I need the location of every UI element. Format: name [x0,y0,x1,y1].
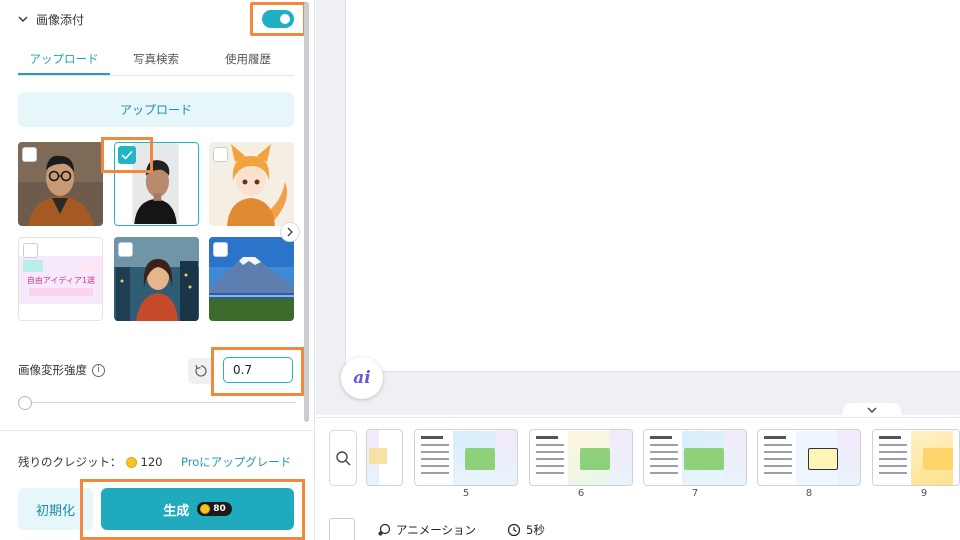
thumbnail-banner[interactable]: 自由アイディア1選 [18,237,103,321]
thumbnail-checkbox[interactable] [213,242,228,257]
slide-thumbnail-8[interactable] [757,429,861,486]
slide-number-6: 6 [577,488,585,499]
slide-canvas[interactable] [345,0,960,372]
slide-thumbnail-9[interactable] [872,429,960,486]
slide-thumbnail-partial[interactable] [366,429,403,486]
filmstrip-collapse-button[interactable] [843,403,901,417]
info-icon[interactable]: i [92,363,105,377]
slide-number-7: 7 [691,488,699,499]
panel-divider [0,430,315,431]
credits-amount: 120 [140,455,163,469]
thumbnail-checkbox[interactable] [23,243,38,258]
chevron-down-icon [867,407,877,413]
add-slide-button[interactable] [329,518,355,540]
thumbnail-mount-fuji[interactable] [209,237,294,321]
tab-upload[interactable]: アップロード [18,44,110,75]
generate-button[interactable]: 生成 80 [101,488,294,530]
thumbnails-next-button[interactable] [280,222,300,242]
ai-assistant-button[interactable]: ai [341,357,383,399]
slide-number-9: 9 [920,488,928,499]
chevron-right-icon [287,227,293,237]
zoom-icon [336,451,351,466]
duration-button[interactable]: 5秒 [507,522,545,538]
bottom-toolbar: アニメーション 5秒 [329,516,960,540]
slide-number-8: 8 [805,488,813,499]
credits-display: 残りのクレジット： 120 [18,454,162,470]
duration-label: 5秒 [526,523,545,537]
credits-label: 残りのクレジット： [18,455,122,469]
image-source-tabs: アップロード 写真検索 使用履歴 [18,44,294,76]
animation-icon [378,523,391,536]
reset-icon [195,364,207,377]
transform-strength-text: 画像変形強度 [18,363,87,377]
image-attach-toggle[interactable] [262,10,294,28]
coin-icon [125,456,137,468]
thumbnail-fox-girl[interactable] [209,142,294,226]
ai-icon: ai [353,368,371,388]
image-settings-panel: 画像添付 アップロード 写真検索 使用履歴 アップロード 自由アイディア1選 画… [0,0,315,540]
animation-label: アニメーション [396,523,477,537]
thumbnail-checkbox[interactable] [22,147,37,162]
transform-strength-slider[interactable] [26,402,296,403]
coin-icon [200,504,211,514]
toggle-highlight-frame [250,2,306,36]
slide-number-5: 5 [462,488,470,499]
generate-label: 生成 [163,503,190,519]
clock-icon [507,523,521,537]
filmstrip-zoom-button[interactable] [329,430,357,486]
thumbnail-man-glasses[interactable] [18,142,103,226]
thumbnail-checkbox[interactable] [213,147,228,162]
tab-history[interactable]: 使用履歴 [202,44,294,75]
image-attach-header[interactable]: 画像添付 [18,8,84,30]
thumbnail-checkbox[interactable] [118,242,133,257]
animation-button[interactable]: アニメーション [377,522,476,538]
transform-strength-label: 画像変形強度 i [18,362,105,378]
generate-cost-badge: 80 [197,502,232,516]
tab-photo-search[interactable]: 写真検索 [110,44,202,75]
generate-cost: 80 [213,504,226,514]
slide-thumbnail-6[interactable] [529,429,633,486]
slider-handle[interactable] [18,396,32,410]
banner-caption: 自由アイディア1選 [27,275,95,285]
upgrade-pro-link[interactable]: Proにアップグレード [181,454,291,470]
slide-thumbnail-5[interactable] [414,429,518,486]
checkbox-highlight-frame [101,137,153,173]
transform-strength-input[interactable] [223,357,293,383]
image-attach-title: 画像添付 [36,12,85,27]
panel-scrollbar[interactable] [304,2,309,422]
upload-button[interactable]: アップロード [18,92,294,127]
slide-thumbnail-7[interactable] [643,429,747,486]
chevron-down-icon [18,16,28,22]
thumbnail-city-woman[interactable] [114,237,199,321]
